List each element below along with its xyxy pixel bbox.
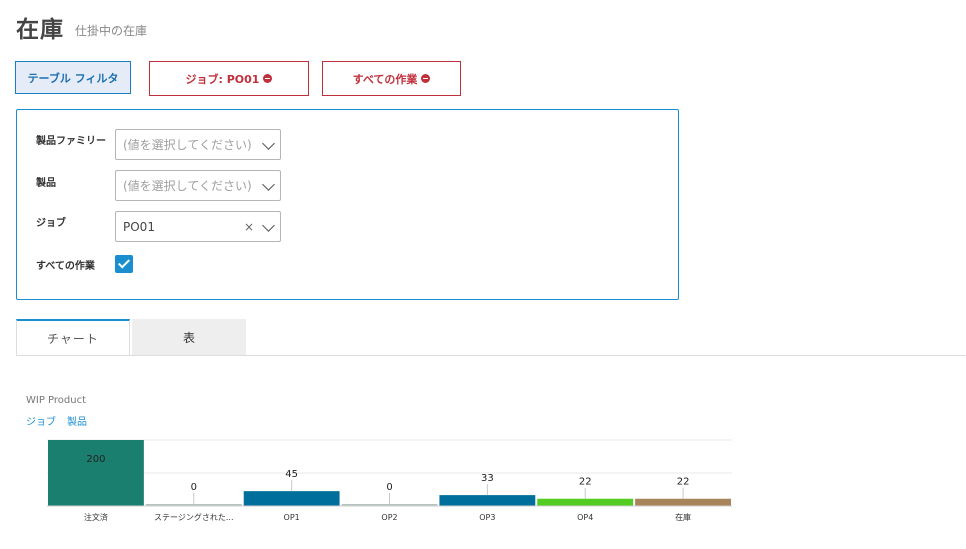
breadcrumb-job[interactable]: ジョブ xyxy=(26,413,56,428)
data-label: 0 xyxy=(386,482,392,493)
chart-title: WIP Product xyxy=(26,395,87,406)
page-subtitle: 仕掛中の在庫 xyxy=(75,24,148,38)
all-operations-label: すべての作業 xyxy=(36,261,95,272)
x-tick-label: ステージングされた... xyxy=(154,512,233,522)
product-family-select[interactable]: (値を選択してください) xyxy=(115,129,281,160)
bar xyxy=(243,491,340,506)
data-label: 22 xyxy=(579,477,592,488)
x-tick-label: 注文済 xyxy=(84,512,108,522)
x-tick-label: OP4 xyxy=(577,513,593,522)
job-chip-label: ジョブ: PO01 xyxy=(185,72,260,86)
table-filter-button[interactable]: テーブル フィルタ xyxy=(15,61,131,94)
data-label: 45 xyxy=(285,469,298,480)
product-family-label: 製品ファミリー xyxy=(36,136,106,147)
operations-chip-label: すべての作業 xyxy=(352,72,418,86)
product-family-placeholder: (値を選択してください) xyxy=(123,138,252,152)
job-label: ジョブ xyxy=(36,218,66,229)
bar xyxy=(635,498,731,506)
data-label: 22 xyxy=(677,477,690,488)
data-label: 33 xyxy=(481,473,494,484)
x-tick-label: 在庫 xyxy=(675,512,691,522)
breadcrumb-product[interactable]: 製品 xyxy=(67,413,87,428)
chevron-down-icon xyxy=(262,219,275,232)
remove-icon[interactable] xyxy=(421,74,431,83)
page-title: 在庫 xyxy=(16,17,64,43)
chevron-down-icon xyxy=(262,178,275,191)
tab-divider xyxy=(16,355,966,356)
job-select-value: PO01 xyxy=(123,219,155,234)
wip-bar-chart: 200 注文済 0 ステージングされた... 45 OP1 0 OP2 33 OP3 22 OP4 22… xyxy=(47,439,732,522)
chevron-down-icon xyxy=(262,137,275,150)
all-operations-chip[interactable]: すべての作業 xyxy=(322,61,461,96)
product-label: 製品 xyxy=(36,178,56,189)
x-tick-label: OP3 xyxy=(479,513,495,522)
remove-icon[interactable] xyxy=(263,74,273,83)
filter-panel: 製品ファミリー (値を選択してください) 製品 (値を選択してください) ジョブ… xyxy=(16,109,679,300)
product-select[interactable]: (値を選択してください) xyxy=(115,170,281,201)
tab-table[interactable]: 表 xyxy=(132,319,246,356)
x-tick-label: OP2 xyxy=(381,513,397,522)
all-operations-checkbox[interactable] xyxy=(115,255,133,273)
product-placeholder: (値を選択してください) xyxy=(123,179,252,193)
data-label: 200 xyxy=(86,454,105,465)
data-label: 0 xyxy=(191,482,197,493)
x-tick-label: OP1 xyxy=(284,513,300,522)
bar xyxy=(439,495,536,506)
bar xyxy=(48,440,144,506)
bar xyxy=(537,498,634,506)
job-filter-chip[interactable]: ジョブ: PO01 xyxy=(149,61,309,96)
tab-chart[interactable]: チャート xyxy=(16,319,130,356)
clear-icon[interactable]: × xyxy=(244,220,254,234)
job-select[interactable]: PO01 × xyxy=(115,211,281,242)
